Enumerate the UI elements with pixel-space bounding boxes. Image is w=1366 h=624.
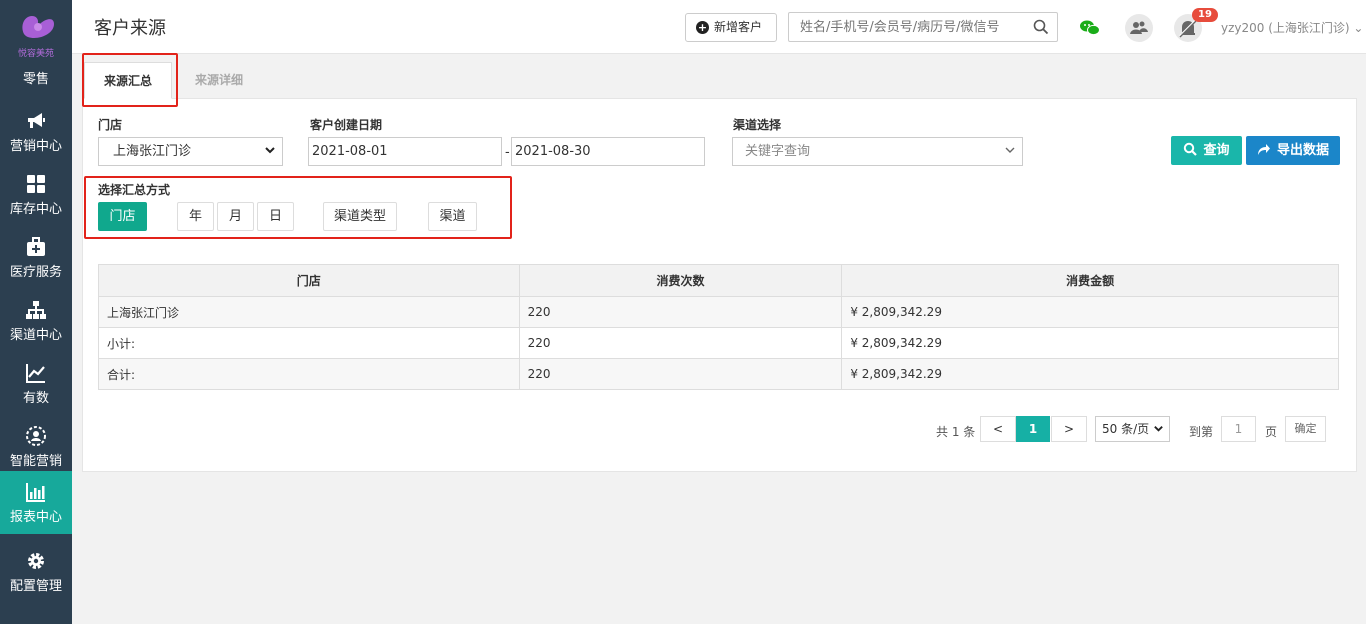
date-from-input[interactable]: 2021-08-01 (308, 137, 502, 166)
summary-option-day[interactable]: 日 (257, 202, 294, 231)
group-users-icon[interactable] (1124, 13, 1154, 43)
table-row: 合计: 220 ¥ 2,809,342.29 (98, 358, 1339, 390)
sidebar-item-smart-marketing[interactable]: 智能营销 (0, 415, 72, 478)
sidebar-item-retail[interactable]: 零售 (0, 68, 72, 87)
brand-logo[interactable]: 悦容美苑 (0, 0, 72, 62)
column-header-count: 消费次数 (518, 264, 843, 297)
sidebar-item-reports[interactable]: 报表中心 (0, 471, 72, 534)
line-chart-icon (26, 364, 45, 383)
user-name: yzy200 (上海张江门诊) (1221, 21, 1350, 35)
table-header-row: 门店 消费次数 消费金额 (98, 264, 1339, 297)
search-icon[interactable] (1033, 19, 1049, 35)
page-unit-label: 页 (1265, 425, 1278, 439)
search-icon (1184, 142, 1198, 156)
logo-icon (22, 16, 54, 38)
sidebar-item-inventory[interactable]: 库存中心 (0, 163, 72, 226)
wechat-icon[interactable] (1075, 13, 1105, 43)
sidebar-item-label: 渠道中心 (9, 328, 62, 343)
page-title: 客户来源 (94, 18, 166, 39)
pagination-prev-button[interactable]: < (980, 416, 1016, 442)
column-header-amount: 消费金额 (841, 264, 1339, 297)
top-header: 客户来源 + 新增客户 19 yzy200 (上海张江门诊) ⌄ (72, 0, 1366, 54)
pagination-next-button[interactable]: > (1051, 416, 1087, 442)
table-cell: 上海张江门诊 (98, 296, 520, 328)
customer-search (788, 12, 1058, 42)
notification-badge: 19 (1192, 8, 1218, 22)
table-cell: 220 (518, 327, 843, 359)
sidebar-item-label: 报表中心 (9, 510, 62, 525)
chevron-down-icon: ⌄ (1353, 21, 1364, 35)
table-cell: ¥ 2,809,342.29 (841, 296, 1339, 328)
summary-mode-label: 选择汇总方式 (98, 183, 171, 197)
date-separator: - (505, 145, 510, 160)
chevron-down-icon (265, 147, 275, 154)
sidebar-item-label: 营销中心 (9, 139, 62, 154)
share-arrow-icon (1257, 144, 1270, 155)
query-label: 查询 (1203, 143, 1230, 158)
medical-kit-icon (27, 237, 45, 256)
grid-icon (27, 175, 45, 193)
table-cell: 合计: (98, 358, 520, 390)
sidebar-item-settings[interactable]: 配置管理 (0, 540, 72, 603)
table-cell: 220 (518, 358, 843, 390)
sidebar-item-label: 库存中心 (9, 202, 62, 217)
sidebar-item-marketing[interactable]: 营销中心 (0, 100, 72, 163)
sidebar: 悦容美苑 零售 营销中心 库存中心 医疗服务 渠道中心 有数 智能营销 报表中心… (0, 0, 72, 624)
column-header-store: 门店 (98, 264, 520, 297)
tab-source-detail[interactable]: 来源详细 (178, 62, 260, 98)
table-row: 小计: 220 ¥ 2,809,342.29 (98, 327, 1339, 359)
user-cog-icon (26, 426, 46, 446)
sidebar-item-label: 有数 (22, 391, 49, 406)
channel-select-placeholder: 关键字查询 (745, 144, 811, 159)
pagination-total: 共 1 条 (936, 425, 976, 439)
pagination-page-1[interactable]: 1 (1016, 416, 1050, 442)
page-size-select[interactable]: 50 条/页 (1095, 416, 1170, 442)
sidebar-item-channel[interactable]: 渠道中心 (0, 289, 72, 352)
add-customer-button[interactable]: + 新增客户 (685, 13, 777, 42)
channel-select[interactable]: 关键字查询 (732, 137, 1023, 166)
user-menu[interactable]: yzy200 (上海张江门诊) ⌄ (1221, 19, 1363, 36)
summary-table: 门店 消费次数 消费金额 上海张江门诊 220 ¥ 2,809,342.29 小… (98, 264, 1339, 390)
sidebar-item-label: 智能营销 (9, 454, 62, 469)
sidebar-item-medical[interactable]: 医疗服务 (0, 226, 72, 289)
query-button[interactable]: 查询 (1171, 136, 1242, 165)
date-to-input[interactable]: 2021-08-30 (511, 137, 705, 166)
goto-page-input[interactable]: 1 (1221, 416, 1256, 442)
search-input[interactable] (789, 13, 1029, 41)
table-cell: 小计: (98, 327, 520, 359)
table-cell: ¥ 2,809,342.29 (841, 358, 1339, 390)
goto-confirm-button[interactable]: 确定 (1285, 416, 1326, 442)
sidebar-item-data[interactable]: 有数 (0, 352, 72, 415)
plus-icon: + (696, 21, 709, 34)
store-label: 门店 (98, 118, 123, 132)
table-cell: 220 (518, 296, 843, 328)
table-row: 上海张江门诊 220 ¥ 2,809,342.29 (98, 296, 1339, 328)
tab-source-summary[interactable]: 来源汇总 (84, 62, 172, 99)
sidebar-item-label: 医疗服务 (9, 265, 62, 280)
table-cell: ¥ 2,809,342.29 (841, 327, 1339, 359)
summary-option-year[interactable]: 年 (177, 202, 214, 231)
store-select[interactable]: 上海张江门诊 (98, 137, 283, 166)
export-button[interactable]: 导出数据 (1246, 136, 1340, 165)
goto-label: 到第 (1189, 425, 1214, 439)
sitemap-icon (26, 301, 46, 319)
summary-option-store[interactable]: 门店 (98, 202, 147, 231)
bar-chart-icon (26, 483, 45, 502)
gear-icon (28, 553, 44, 569)
chevron-down-icon (1005, 147, 1015, 153)
export-label: 导出数据 (1276, 143, 1329, 158)
sidebar-item-label: 配置管理 (9, 579, 62, 594)
channel-label: 渠道选择 (733, 118, 782, 132)
logo-text: 悦容美苑 (17, 49, 54, 59)
store-select-value: 上海张江门诊 (113, 144, 192, 159)
chevron-down-icon (1154, 426, 1163, 432)
date-label: 客户创建日期 (310, 118, 383, 132)
add-customer-label: 新增客户 (714, 20, 763, 34)
summary-option-channel[interactable]: 渠道 (428, 202, 477, 231)
page-size-value: 50 条/页 (1102, 422, 1150, 436)
summary-option-month[interactable]: 月 (217, 202, 254, 231)
summary-option-channel-type[interactable]: 渠道类型 (323, 202, 397, 231)
megaphone-icon (28, 113, 45, 128)
